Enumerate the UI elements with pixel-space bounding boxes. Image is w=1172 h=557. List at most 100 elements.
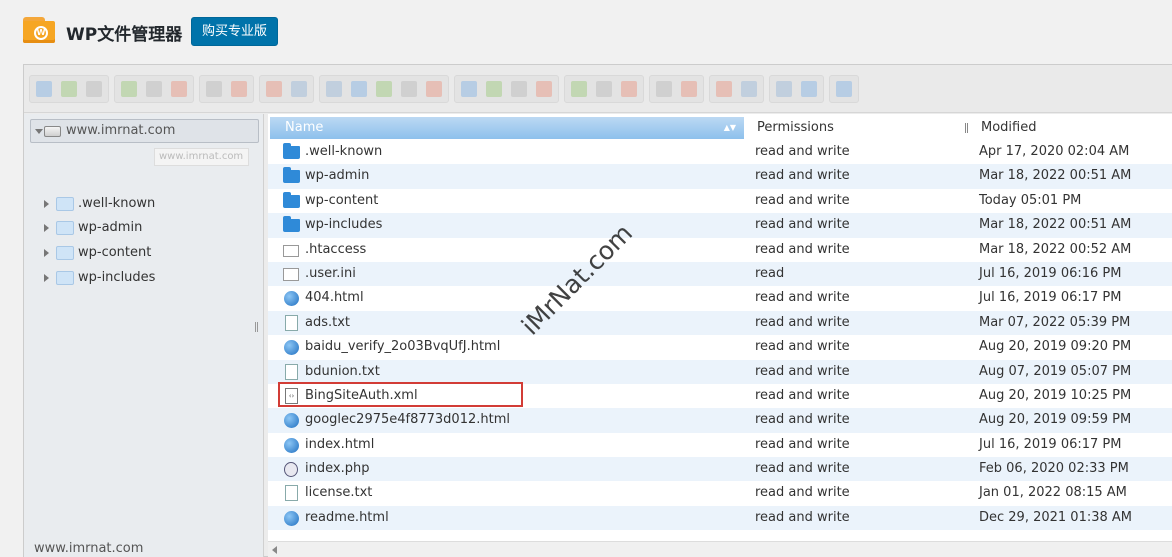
help-button[interactable] [797, 76, 821, 102]
chevron-down-icon[interactable] [35, 129, 43, 134]
file-name: wp-content [305, 192, 379, 208]
preview-button[interactable] [652, 76, 676, 102]
file-name: wp-includes [305, 217, 383, 233]
toolbar-group [29, 75, 109, 103]
drive-icon [44, 126, 61, 137]
help-icon [801, 81, 817, 97]
list-view-button[interactable] [592, 76, 616, 102]
copy-icon [326, 81, 342, 97]
rename-button[interactable] [482, 76, 506, 102]
file-row[interactable]: wp-includes read and write Mar 18, 2022 00… [268, 213, 1172, 238]
edit-button[interactable] [507, 76, 531, 102]
file-modified: Aug 20, 2019 09:59 PM [979, 412, 1132, 428]
open-icon [206, 81, 222, 97]
file-permissions: read [755, 265, 785, 281]
scroll-left-icon[interactable] [272, 546, 277, 554]
undo-icon [266, 81, 282, 97]
copy-button[interactable] [322, 76, 346, 102]
file-permissions: read and write [755, 387, 850, 403]
column-header-name[interactable]: Name ▲▼ [270, 117, 744, 139]
sidebar-resize-handle[interactable] [255, 322, 258, 332]
file-manager-panel: www.imrnat.com .well-known wp-admin wp-c… [23, 64, 1172, 557]
back-button[interactable] [32, 76, 56, 102]
app-header: W WP文件管理器 购买专业版 [0, 0, 1172, 62]
resize-button[interactable] [532, 76, 556, 102]
file-modified: Aug 07, 2019 05:07 PM [979, 363, 1132, 379]
file-row[interactable]: ads.txt read and write Mar 07, 2022 05:39 … [268, 310, 1172, 336]
grid-view-button[interactable] [567, 76, 591, 102]
file-row[interactable]: wp-content read and write Today 05:01 PM [268, 189, 1172, 213]
file-row[interactable]: .htaccess read and write Mar 18, 2022 00:5… [268, 238, 1172, 262]
file-row[interactable]: baidu_verify_2o03BvqUfJ.html read and wri… [268, 335, 1172, 359]
file-row[interactable]: .user.ini read Jul 16, 2019 06:16 PM [268, 261, 1172, 287]
file-name: wp-admin [305, 168, 370, 184]
back-icon [36, 81, 52, 97]
tree-item-wp-includes[interactable]: wp-includes [44, 267, 259, 289]
file-permissions: read and write [755, 144, 850, 159]
tree-root-item[interactable]: www.imrnat.com [30, 119, 259, 143]
column-header-modified[interactable]: Modified [981, 117, 1036, 139]
toolbar-group [649, 75, 704, 103]
column-header-permissions[interactable]: Permissions [757, 117, 834, 139]
folder-icon [283, 167, 300, 184]
file-list-header: Name ▲▼ Permissions Modified [268, 117, 1172, 139]
file-row[interactable]: bdunion.txt read and write Aug 07, 2019 05… [268, 359, 1172, 384]
file-name: readme.html [305, 509, 389, 525]
file-row[interactable]: index.html read and write Jul 16, 2019 06:… [268, 433, 1172, 457]
text-file-icon [285, 485, 298, 502]
file-row[interactable]: index.php read and write Feb 06, 2020 02:3… [268, 457, 1172, 482]
chevron-right-icon[interactable] [44, 249, 49, 257]
undo-button[interactable] [262, 76, 286, 102]
chevron-right-icon[interactable] [44, 224, 49, 232]
up-button[interactable] [82, 76, 106, 102]
save-button[interactable] [167, 76, 191, 102]
chevron-right-icon[interactable] [44, 200, 49, 208]
paste-button[interactable] [372, 76, 396, 102]
extract-button[interactable] [712, 76, 736, 102]
info-button[interactable] [677, 76, 701, 102]
archive-button[interactable] [737, 76, 761, 102]
chevron-right-icon[interactable] [44, 274, 49, 282]
select-all-button[interactable] [772, 76, 796, 102]
file-name: index.php [305, 461, 370, 477]
file-row[interactable]: 404.html read and write Jul 16, 2019 06:17… [268, 286, 1172, 310]
column-resize-handle[interactable] [965, 123, 968, 133]
toolbar-group [709, 75, 764, 103]
file-permissions: read and write [755, 485, 850, 501]
reload-button[interactable] [117, 76, 141, 102]
html-file-icon [284, 437, 299, 453]
file-row[interactable]: wp-admin read and write Mar 18, 2022 00:51… [268, 164, 1172, 189]
tree-item-well-known[interactable]: .well-known [44, 193, 259, 215]
empty-button[interactable] [422, 76, 446, 102]
resize-icon [536, 81, 552, 97]
horizontal-scrollbar[interactable] [268, 541, 1172, 557]
forward-button[interactable] [57, 76, 81, 102]
tree-item-label: wp-content [78, 245, 152, 260]
up-icon [86, 81, 102, 97]
file-row[interactable]: googlec2975e4f8773d012.html read and writ… [268, 408, 1172, 433]
delete-button[interactable] [397, 76, 421, 102]
file-row[interactable]: readme.html read and write Dec 29, 2021 01… [268, 505, 1172, 531]
file-row[interactable]: license.txt read and write Jan 01, 2022 08… [268, 481, 1172, 505]
file-permissions: read and write [755, 436, 850, 452]
reload-icon [121, 81, 137, 97]
duplicate-button[interactable] [457, 76, 481, 102]
file-modified: Jan 01, 2022 08:15 AM [979, 485, 1127, 501]
tree-item-wp-content[interactable]: wp-content [44, 242, 259, 264]
file-name: .user.ini [305, 265, 356, 281]
download-button[interactable] [227, 76, 251, 102]
fullscreen-button[interactable] [832, 76, 856, 102]
grid-view-icon [571, 81, 587, 97]
file-modified: Aug 20, 2019 09:20 PM [979, 339, 1132, 355]
open-button[interactable] [202, 76, 226, 102]
new-file-button[interactable] [142, 76, 166, 102]
file-list: Name ▲▼ Permissions Modified .well-known… [268, 114, 1172, 557]
thumbnail-button[interactable] [617, 76, 641, 102]
tree-item-label: .well-known [78, 196, 156, 211]
tree-item-wp-admin[interactable]: wp-admin [44, 217, 259, 239]
redo-button[interactable] [287, 76, 311, 102]
edit-icon [511, 81, 527, 97]
cut-button[interactable] [347, 76, 371, 102]
file-row[interactable]: .well-known read and write Apr 17, 2020 02… [268, 140, 1172, 164]
buy-pro-button[interactable]: 购买专业版 [191, 17, 278, 46]
